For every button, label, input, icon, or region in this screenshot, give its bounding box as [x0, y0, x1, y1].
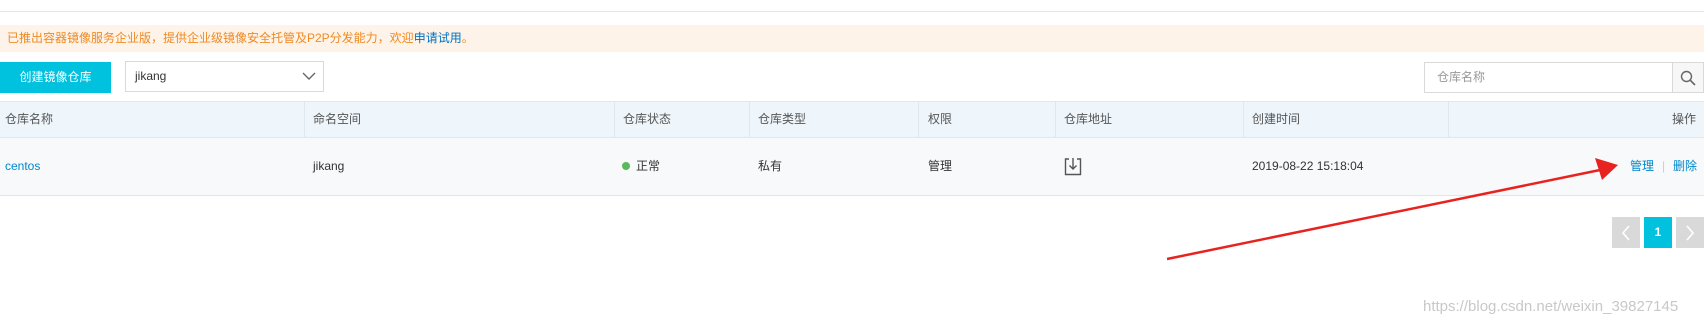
annotation-arrow — [1166, 158, 1618, 261]
